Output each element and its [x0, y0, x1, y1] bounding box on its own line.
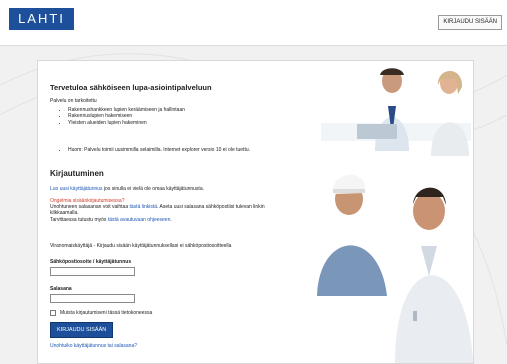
register-link[interactable]: Luo uusi käyttäjätunnus [50, 186, 103, 192]
login-submit-button[interactable]: KIRJAUDU SISÄÄN [50, 322, 114, 338]
remember-label: Muista kirjautumiseni tässä tietokoneess… [60, 310, 153, 316]
login-title: Kirjautuminen [50, 169, 104, 178]
top-bar: LAHTI KIRJAUDU SISÄÄN [0, 0, 507, 46]
header-login-button[interactable]: KIRJAUDU SISÄÄN [438, 15, 502, 30]
browser-note: Huom: Palvelu toimii uusimmilla selaimil… [50, 147, 250, 154]
register-text: jos sinulla ei vielä ole omaa käyttäjätu… [103, 186, 204, 192]
remember-checkbox[interactable] [50, 310, 56, 316]
purpose-list: Rakennushankkeen lupien keräämiseen ja h… [50, 107, 185, 126]
login-panel: Tervetuloa sähköiseen lupa-asiointipalve… [37, 60, 474, 364]
forgot-text-2: . Aseta uusi salasana sähköpostiisi tule… [157, 204, 265, 210]
browser-note-text: Huom: Palvelu toimii uusimmilla selaimil… [68, 147, 250, 154]
forgot-password-line: Unohtuneen salasanan voit vaihtaa tästä … [50, 204, 265, 211]
official-user-text: Viranomaiskäyttäjä - Kirjaudu sisään käy… [50, 243, 232, 249]
forgot-password-link[interactable]: tästä linkistä [130, 204, 158, 210]
guide-link[interactable]: tästä avautuvaan ohjeeseen. [108, 217, 172, 223]
password-label: Salasana [50, 286, 72, 292]
welcome-title: Tervetuloa sähköiseen lupa-asiointipalve… [50, 83, 212, 92]
people-photo [317, 61, 473, 363]
purpose-label: Palvelu on tarkoitettu [50, 98, 97, 104]
purpose-item: Yleisten alueiden lupien hakeminen [68, 120, 185, 126]
guide-text: Tarvittaessa tutustu myös [50, 217, 107, 223]
guide-line: Tarvittaessa tutustu myös tästä avautuva… [50, 217, 172, 224]
lahti-logo[interactable]: LAHTI [9, 8, 74, 30]
username-input[interactable] [50, 267, 135, 276]
username-label: Sähköpostiosoite / käyttäjätunnus [50, 259, 132, 265]
password-input[interactable] [50, 294, 135, 303]
forgot-text-3: klikkaamalla. [50, 210, 79, 216]
forgot-credentials-link[interactable]: Unohtuiko käyttäjätunnus tai salasana? [50, 343, 137, 350]
register-line: Luo uusi käyttäjätunnus jos sinulla ei v… [50, 186, 204, 193]
